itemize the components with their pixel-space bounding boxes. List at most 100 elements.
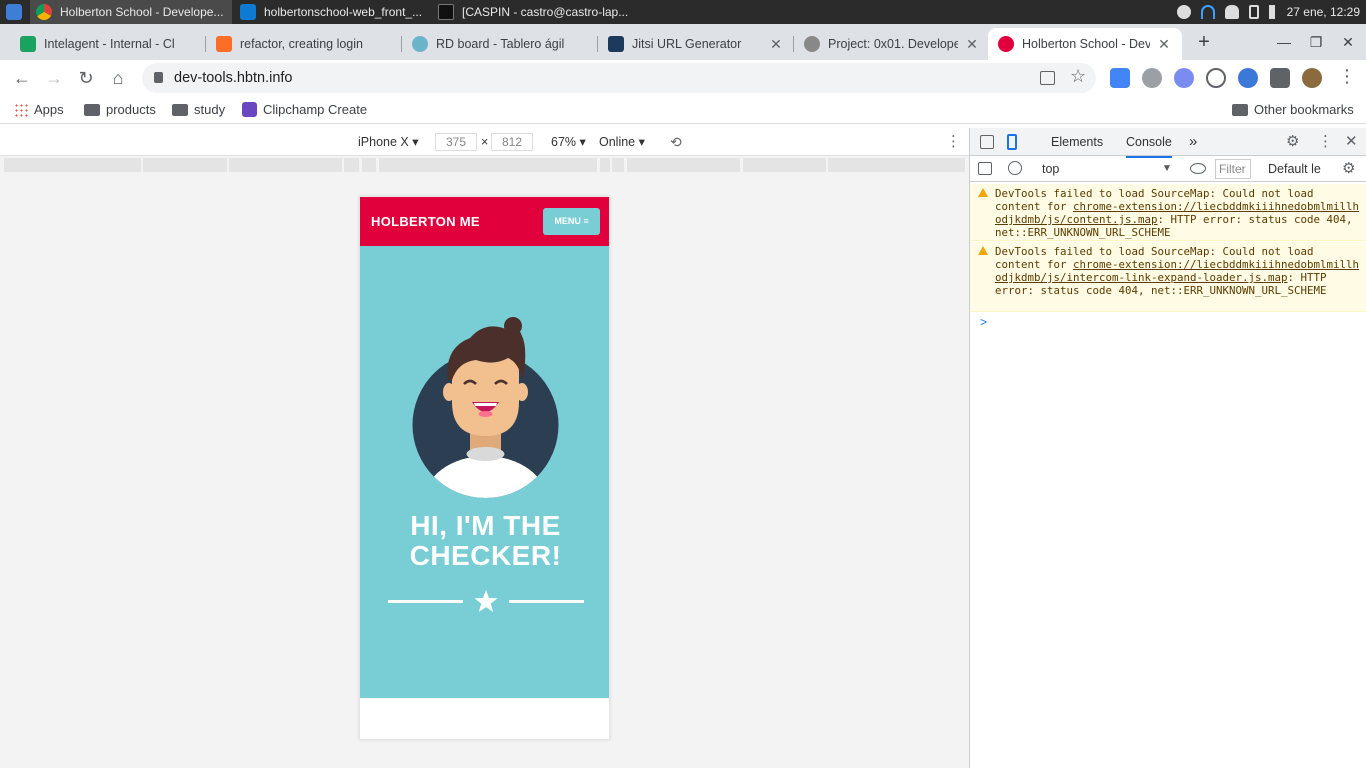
bookmark-other[interactable]: Other bookmarks — [1232, 96, 1354, 123]
info-extension-icon[interactable] — [1238, 68, 1258, 88]
more-tabs-icon[interactable]: » — [1189, 128, 1197, 156]
chevron-down-icon[interactable]: ▼ — [1162, 156, 1172, 182]
notification-bell-icon[interactable] — [1224, 5, 1239, 19]
extensions-puzzle-icon[interactable] — [1270, 68, 1290, 88]
clear-console-icon[interactable] — [1008, 161, 1022, 175]
bookmark-label: Other bookmarks — [1254, 102, 1354, 117]
url-text[interactable]: dev-tools.hbtn.info — [174, 63, 293, 93]
close-devtools-icon[interactable]: ✕ — [1345, 128, 1358, 156]
network-select[interactable]: Online ▾ — [599, 128, 645, 156]
browser-tab-active[interactable]: Holberton School - Dev ✕ — [988, 28, 1182, 60]
console-settings-icon[interactable]: ⚙ — [1342, 156, 1355, 182]
menu-button[interactable]: MENU ≡ — [543, 208, 600, 235]
taskbar-app-title: holbertonschool-web_front_... — [264, 5, 423, 19]
bookmark-clipchamp[interactable]: Clipchamp Create — [242, 96, 367, 123]
folder-icon — [172, 103, 188, 116]
bookmark-apps[interactable]: Apps — [14, 96, 64, 123]
close-window-icon[interactable]: ✕ — [1332, 30, 1364, 54]
translate-icon[interactable] — [1040, 71, 1055, 85]
tab-title: Intelagent - Internal - Cl — [44, 37, 175, 51]
profile-avatar[interactable] — [1302, 68, 1322, 88]
eye-icon[interactable] — [1190, 163, 1206, 174]
show-sidebar-icon[interactable] — [978, 162, 992, 175]
tab-title: Project: 0x01. Develope — [828, 37, 958, 51]
console-toolbar: top ▼ Filter Default le ⚙ — [970, 156, 1366, 182]
bookmark-folder-study[interactable]: study — [172, 96, 225, 123]
google-translate-extension-icon[interactable] — [1110, 68, 1130, 88]
devtools-menu-icon[interactable]: ⋮ — [1318, 128, 1333, 156]
devtools-panel: Elements Console » ⚙ ⋮ ✕ top ▼ Filter De… — [969, 128, 1366, 768]
taskbar-app-terminal[interactable]: [CASPIN - castro@castro-lap... — [432, 0, 636, 24]
folder-icon — [1232, 103, 1248, 116]
log-levels-select[interactable]: Default le — [1268, 156, 1321, 182]
hero-section: HI, I'M THE CHECKER! — [360, 246, 609, 698]
reload-button[interactable]: ↻ — [72, 64, 100, 92]
browser-tab[interactable]: Jitsi URL Generator ✕ — [598, 28, 794, 60]
apps-grid-icon — [14, 102, 28, 117]
back-button[interactable]: ← — [8, 64, 36, 92]
tab-title: Jitsi URL Generator — [632, 37, 742, 51]
people-icon[interactable] — [1176, 5, 1191, 19]
block-extension-icon[interactable] — [1206, 68, 1226, 88]
device-toolbar-menu-icon[interactable]: ⋮ — [946, 128, 961, 156]
taskbar-app-chrome[interactable]: Holberton School - Develope... — [30, 0, 232, 24]
chrome-menu-icon[interactable]: ⋮ — [1338, 66, 1356, 87]
console-filter-input[interactable]: Filter — [1215, 159, 1251, 179]
height-input[interactable]: 812 — [491, 133, 533, 151]
clock[interactable]: 27 ene, 12:29 — [1287, 5, 1360, 19]
chrome-icon — [36, 4, 52, 20]
device-toolbar: iPhone X ▾ 375 × 812 67% ▾ Online ▾ ⟲ ⋮ — [0, 128, 969, 156]
media-query-bar[interactable] — [4, 158, 965, 172]
clipchamp-icon — [242, 102, 257, 117]
os-taskbar: Holberton School - Develope... holberton… — [0, 0, 1366, 24]
browser-tab[interactable]: Intelagent - Internal - Cl — [10, 28, 206, 60]
browser-tab-strip: Intelagent - Internal - Cl refactor, cre… — [0, 24, 1366, 60]
settings-gear-icon[interactable]: ⚙ — [1286, 128, 1299, 156]
devtools-tab-bar: Elements Console » ⚙ ⋮ ✕ — [970, 128, 1366, 158]
browser-tab[interactable]: Project: 0x01. Develope ✕ — [794, 28, 990, 60]
inspect-element-icon[interactable] — [980, 135, 994, 149]
width-input[interactable]: 375 — [435, 133, 477, 151]
device-toggle-icon[interactable] — [1007, 134, 1017, 150]
board-icon — [412, 36, 428, 52]
lock-icon[interactable] — [154, 72, 163, 83]
zoom-select[interactable]: 67% ▾ — [551, 128, 586, 156]
terminal-icon — [438, 4, 454, 20]
minimize-window-icon[interactable]: — — [1268, 30, 1300, 54]
new-tab-button[interactable]: + — [1188, 30, 1220, 54]
device-select[interactable]: iPhone X ▾ — [358, 128, 418, 156]
recycle-extension-icon[interactable] — [1142, 68, 1162, 88]
warning-icon — [978, 246, 988, 255]
taskbar-app-vscode[interactable]: holbertonschool-web_front_... — [234, 0, 430, 24]
browser-tab[interactable]: refactor, creating login — [206, 28, 402, 60]
tab-title: RD board - Tablero ágil — [436, 37, 565, 51]
address-bar[interactable]: dev-tools.hbtn.info ☆ — [142, 63, 1096, 93]
restore-window-icon[interactable]: ❐ — [1300, 30, 1332, 54]
forward-button[interactable]: → — [40, 64, 68, 92]
home-button[interactable]: ⌂ — [104, 64, 132, 92]
close-tab-icon[interactable]: ✕ — [964, 36, 980, 53]
gear-extension-icon[interactable] — [1174, 68, 1194, 88]
jitsi-icon — [608, 36, 624, 52]
battery-icon[interactable] — [1248, 5, 1259, 19]
rotate-icon[interactable]: ⟲ — [670, 128, 682, 156]
context-select[interactable]: top — [1042, 156, 1059, 182]
browser-tab[interactable]: RD board - Tablero ágil — [402, 28, 598, 60]
bookmark-folder-products[interactable]: products — [84, 96, 156, 123]
checker-avatar — [412, 317, 559, 498]
hero-title-line: HI, I'M THE — [410, 510, 561, 541]
site-logo[interactable]: HOLBERTON ME — [371, 197, 480, 246]
console-warning-message: DevTools failed to load SourceMap: Could… — [970, 184, 1366, 241]
wifi-icon[interactable] — [1200, 5, 1215, 19]
volume-icon[interactable] — [1268, 5, 1277, 19]
bookmark-star-icon[interactable]: ☆ — [1070, 66, 1086, 87]
gitlab-icon — [216, 36, 232, 52]
close-tab-icon[interactable]: ✕ — [1156, 36, 1172, 53]
tab-console[interactable]: Console — [1126, 128, 1172, 158]
start-menu-button[interactable] — [0, 0, 30, 24]
star-icon — [474, 590, 498, 612]
tab-elements[interactable]: Elements — [1051, 128, 1103, 156]
bookmarks-bar: Apps products study Clipchamp Create Oth… — [0, 96, 1366, 124]
console-prompt[interactable]: > — [980, 315, 987, 329]
close-tab-icon[interactable]: ✕ — [768, 36, 784, 53]
